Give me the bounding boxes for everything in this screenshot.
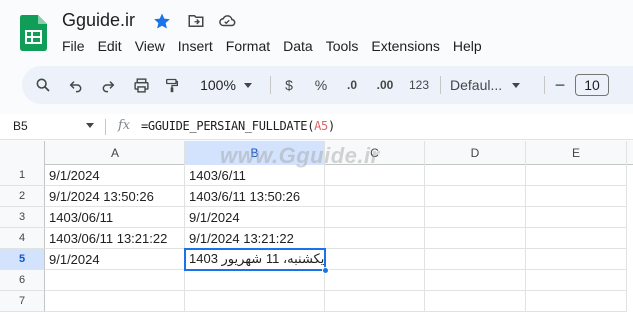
undo-icon[interactable] <box>65 66 87 104</box>
row-header-7[interactable]: 7 <box>0 291 45 312</box>
cloud-status-icon[interactable] <box>217 11 237 31</box>
column-header-b[interactable]: B <box>185 141 325 165</box>
cell-e1[interactable] <box>526 165 627 186</box>
cell-b5[interactable]: یکشنبه، 11 شهریور 1403 <box>185 249 325 270</box>
formula-bar: B5 fx =GGUIDE_PERSIAN_FULLDATE(A5) <box>0 114 633 140</box>
menu-view[interactable]: View <box>135 38 171 54</box>
cell-a7[interactable] <box>45 291 185 312</box>
cell-c4[interactable] <box>325 228 425 249</box>
column-header-a[interactable]: A <box>46 141 185 165</box>
decrease-decimal-label: .0 <box>346 78 357 92</box>
cell-d3[interactable] <box>425 207 526 228</box>
column-header-c[interactable]: C <box>325 141 425 165</box>
increase-decimal-label: .00 <box>376 78 394 92</box>
row-header-5[interactable]: 5 <box>0 249 45 270</box>
cell-a3[interactable]: 1403/06/11 <box>45 207 185 228</box>
cell-d4[interactable] <box>425 228 526 249</box>
cell-d1[interactable] <box>425 165 526 186</box>
cell-c3[interactable] <box>325 207 425 228</box>
cell-d2[interactable] <box>425 186 526 207</box>
toolbar-divider <box>270 76 271 94</box>
cell-a5[interactable]: 9/1/2024 <box>45 249 185 270</box>
cell-e7[interactable] <box>526 291 627 312</box>
title-area: Gguide.ir File Edit View Insert Format D… <box>0 0 633 62</box>
cell-b3[interactable]: 9/1/2024 <box>185 207 325 228</box>
paint-format-icon[interactable] <box>161 66 183 104</box>
chevron-down-icon <box>512 82 521 88</box>
fx-icon: fx <box>118 118 131 133</box>
toolbar-divider <box>440 76 441 94</box>
cell-b1[interactable]: 1403/6/11 <box>185 165 325 186</box>
row-header-6[interactable]: 6 <box>0 270 45 291</box>
chevron-down-icon <box>243 82 252 88</box>
cell-d5[interactable] <box>425 249 526 270</box>
move-folder-icon[interactable] <box>186 11 206 31</box>
cell-a2[interactable]: 9/1/2024 13:50:26 <box>45 186 185 207</box>
cell-c1[interactable] <box>325 165 425 186</box>
sheets-logo-icon[interactable] <box>20 15 47 51</box>
cell-b4[interactable]: 9/1/2024 13:21:22 <box>185 228 325 249</box>
toolbar: 100% $ % .0 .00 123 Defaul... − 10 <box>22 66 633 104</box>
spreadsheet-grid: A B C D E 1 2 3 4 5 6 7 9/1/2024 1403/6/… <box>0 141 633 315</box>
percent-format-button[interactable]: % <box>311 66 331 104</box>
formula-input[interactable]: =GGUIDE_PERSIAN_FULLDATE(A5) <box>141 119 335 133</box>
menu-edit[interactable]: Edit <box>98 38 128 54</box>
cell-e2[interactable] <box>526 186 627 207</box>
decrease-decimal-button[interactable]: .0 <box>340 66 364 104</box>
cell-c7[interactable] <box>325 291 425 312</box>
cell-e6[interactable] <box>526 270 627 291</box>
menu-format[interactable]: Format <box>226 38 276 54</box>
print-icon[interactable] <box>130 66 152 104</box>
formula-suffix: ) <box>327 119 335 133</box>
cell-c2[interactable] <box>325 186 425 207</box>
star-icon[interactable] <box>152 11 172 31</box>
menu-bar: File Edit View Insert Format Data Tools … <box>62 38 495 54</box>
menu-extensions[interactable]: Extensions <box>371 38 445 54</box>
decrease-font-size-button[interactable]: − <box>552 66 568 104</box>
row-header-1[interactable]: 1 <box>0 165 45 186</box>
menu-help[interactable]: Help <box>453 38 488 54</box>
row-header-4[interactable]: 4 <box>0 228 45 249</box>
document-title[interactable]: Gguide.ir <box>62 10 135 31</box>
formula-reference: A5 <box>314 119 328 133</box>
cell-e5[interactable] <box>526 249 627 270</box>
cell-c6[interactable] <box>325 270 425 291</box>
formula-bar-divider <box>105 119 106 135</box>
cell-b7[interactable] <box>185 291 325 312</box>
cell-b6[interactable] <box>185 270 325 291</box>
cell-c5[interactable] <box>325 249 425 270</box>
toolbar-divider <box>544 76 545 94</box>
formula-prefix: =GGUIDE_PERSIAN_FULLDATE( <box>141 119 315 133</box>
chevron-down-icon[interactable] <box>86 123 94 128</box>
search-menus-icon[interactable] <box>32 66 54 104</box>
menu-tools[interactable]: Tools <box>326 38 365 54</box>
row-header-2[interactable]: 2 <box>0 186 45 207</box>
column-header-e[interactable]: E <box>526 141 627 165</box>
font-family-value: Defaul... <box>450 77 503 93</box>
menu-data[interactable]: Data <box>283 38 319 54</box>
cell-a1[interactable]: 9/1/2024 <box>45 165 185 186</box>
number-format-button[interactable]: 123 <box>406 66 432 104</box>
select-all-corner[interactable] <box>0 141 45 165</box>
cell-a4[interactable]: 1403/06/11 13:21:22 <box>45 228 185 249</box>
cell-b2[interactable]: 1403/6/11 13:50:26 <box>185 186 325 207</box>
cell-e3[interactable] <box>526 207 627 228</box>
menu-insert[interactable]: Insert <box>178 38 219 54</box>
cell-a6[interactable] <box>45 270 185 291</box>
currency-format-button[interactable]: $ <box>280 66 298 104</box>
name-box[interactable]: B5 <box>13 119 28 133</box>
row-header-3[interactable]: 3 <box>0 207 45 228</box>
zoom-select[interactable]: 100% <box>194 66 258 104</box>
font-family-select[interactable]: Defaul... <box>450 66 538 104</box>
zoom-value: 100% <box>200 77 236 93</box>
redo-icon[interactable] <box>97 66 119 104</box>
cell-e4[interactable] <box>526 228 627 249</box>
fill-handle[interactable] <box>322 267 329 274</box>
increase-decimal-button[interactable]: .00 <box>370 66 400 104</box>
font-size-input[interactable]: 10 <box>575 74 609 96</box>
menu-file[interactable]: File <box>62 38 91 54</box>
cell-d6[interactable] <box>425 270 526 291</box>
column-header-d[interactable]: D <box>425 141 526 165</box>
cell-d7[interactable] <box>425 291 526 312</box>
